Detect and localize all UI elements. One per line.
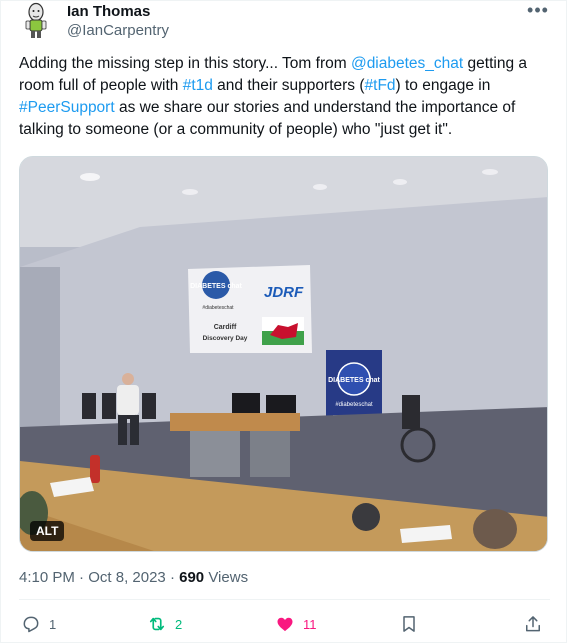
reply-icon [23, 616, 39, 633]
bookmark-icon [403, 616, 415, 632]
tweet-time[interactable]: 4:10 PM [19, 569, 75, 586]
tweet-text-segment: and their supporters ( [212, 77, 365, 94]
mention-link[interactable]: @diabetes_chat [351, 55, 463, 72]
slide-cardiff: Cardiff [214, 324, 237, 331]
reply-count: 1 [49, 616, 57, 632]
divider [19, 599, 550, 600]
like-icon [277, 617, 293, 632]
views-label: Views [208, 569, 249, 586]
retweet-count: 2 [175, 616, 183, 632]
like-button[interactable]: 11 [275, 612, 317, 636]
author-names: Ian Thomas @IanCarpentry [67, 3, 169, 41]
display-name[interactable]: Ian Thomas [67, 3, 169, 21]
tweet-card: Ian Thomas @IanCarpentry ••• Adding the … [0, 0, 567, 643]
avatar[interactable] [19, 1, 55, 41]
banner-title: DIABETES chat [328, 377, 380, 384]
views-count: 690 [179, 569, 205, 586]
slide-discovery-day: Discovery Day [203, 335, 248, 342]
cartoon-avatar-icon [25, 2, 47, 38]
reply-button[interactable]: 1 [21, 612, 56, 636]
tweet-date[interactable]: Oct 8, 2023 [88, 569, 166, 586]
hashtag-link[interactable]: #PeerSupport [19, 99, 115, 116]
share-button[interactable] [523, 612, 543, 636]
meta-separator: · [169, 569, 175, 586]
tweet-text-segment: Adding the missing step in this story...… [19, 55, 351, 72]
hashtag-link[interactable]: #tFd [365, 77, 396, 94]
banner-hashtag: #diabeteschat [335, 402, 373, 408]
tweet-photo[interactable]: DIABETES chat JDRF #diabeteschat Cardiff… [19, 156, 548, 552]
meta-separator: · [79, 569, 85, 586]
slide-jdrf-logo: JDRF [264, 284, 304, 301]
tweet-text: Adding the missing step in this story...… [19, 53, 551, 141]
share-icon [526, 616, 540, 632]
user-handle[interactable]: @IanCarpentry [67, 21, 169, 41]
retweet-icon [149, 617, 165, 631]
alt-badge[interactable]: ALT [30, 521, 65, 541]
tweet-text-segment: ) to engage in [395, 77, 491, 94]
action-bar: 1 2 11 [19, 612, 550, 636]
slide-diabetes-chat-logo: DIABETES chat [190, 283, 242, 290]
tweet-meta: 4:10 PM · Oct 8, 2023 · 690 Views [19, 569, 248, 587]
hashtag-link[interactable]: #t1d [183, 77, 213, 94]
tweet-header: Ian Thomas @IanCarpentry ••• [19, 1, 550, 49]
more-options-icon[interactable]: ••• [526, 1, 550, 23]
retweet-button[interactable]: 2 [147, 612, 182, 636]
conference-room-photo: DIABETES chat JDRF #diabeteschat Cardiff… [20, 157, 547, 551]
bookmark-button[interactable] [399, 612, 419, 636]
like-count: 11 [303, 616, 317, 632]
slide-hashtag: #diabeteschat [202, 305, 234, 311]
